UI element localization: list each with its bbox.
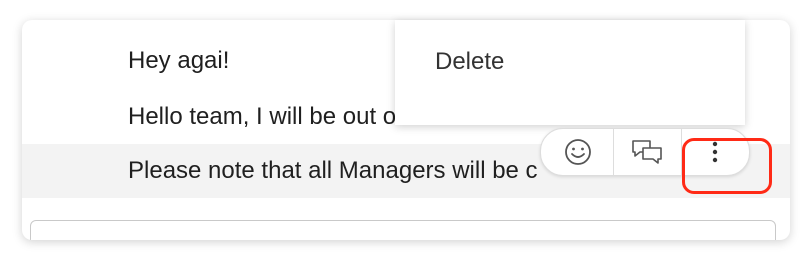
message-composer[interactable] [30,220,776,240]
delete-menu-item[interactable]: Delete [435,48,504,76]
more-vertical-icon [710,139,720,165]
message-text: Hello team, I will be out of [128,103,403,130]
message-text: Hey agai! [128,47,230,74]
message-actions-toolbar [540,128,750,176]
message-text: Please note that all Managers will be c [128,157,538,184]
reply-in-thread-button[interactable] [613,129,680,175]
smiley-icon [563,137,593,167]
more-actions-button[interactable] [681,129,748,175]
message-context-menu: Delete [395,20,745,125]
reply-bubbles-icon [630,137,664,167]
add-reaction-button[interactable] [545,129,611,175]
